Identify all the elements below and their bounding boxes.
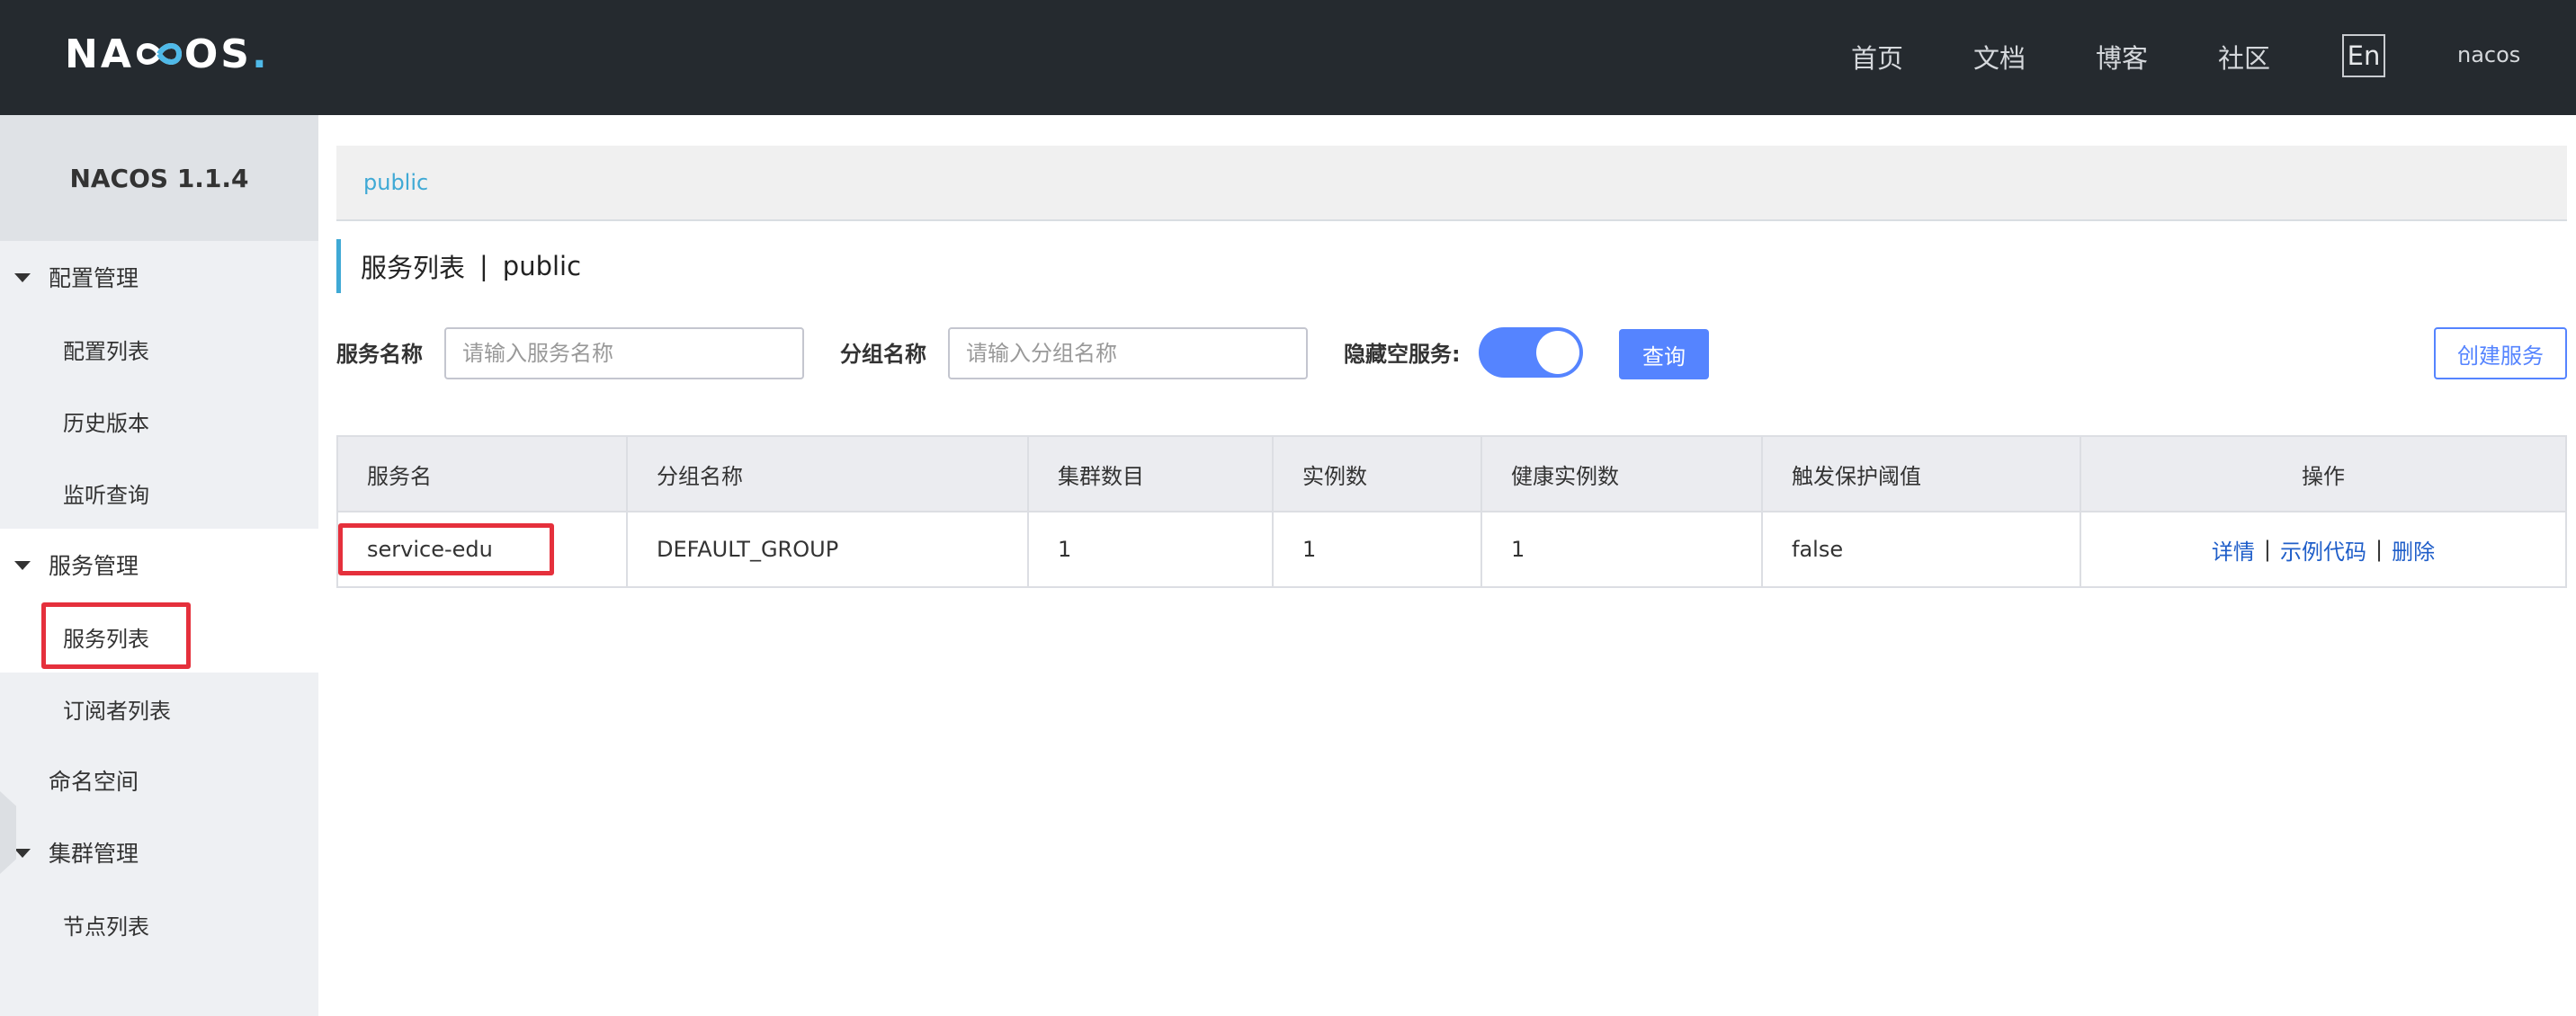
caret-down-icon: [14, 273, 31, 282]
cell-group-name: DEFAULT_GROUP: [628, 512, 1029, 586]
sidebar-item-label: 服务管理: [49, 553, 139, 579]
sidebar-item-node-list[interactable]: 节点列表: [0, 888, 318, 960]
cell-healthy-instance-count: 1: [1482, 512, 1763, 586]
user-name[interactable]: nacos: [2457, 42, 2520, 67]
service-name-label: 服务名称: [336, 342, 423, 367]
header-instance-count: 实例数: [1274, 437, 1482, 511]
nav-home[interactable]: 首页: [1851, 38, 1903, 76]
sidebar-item-label: 监听查询: [63, 482, 149, 508]
cell-instance-count: 1: [1274, 512, 1482, 586]
sidebar-item-label: 命名空间: [49, 769, 139, 795]
group-name-label: 分组名称: [840, 342, 926, 367]
service-table: 服务名 分组名称 集群数目 实例数 健康实例数 触发保护阈值 操作 servic…: [336, 435, 2567, 588]
page-title-separator: |: [479, 251, 488, 281]
group-name-input[interactable]: [948, 327, 1308, 379]
sidebar-item-namespace[interactable]: 命名空间: [0, 744, 318, 816]
logo-text-left: NA: [65, 31, 134, 77]
sidebar-group-config[interactable]: 配置管理: [0, 241, 318, 313]
logo-text-right: OS: [183, 31, 252, 77]
caret-down-icon: [14, 561, 31, 570]
sidebar-item-config-list[interactable]: 配置列表: [0, 313, 318, 385]
page-title: 服务列表 | public: [336, 239, 581, 293]
sidebar-item-label: 历史版本: [63, 410, 149, 436]
header-protect-threshold: 触发保护阈值: [1763, 437, 2081, 511]
action-separator: |: [2263, 537, 2271, 562]
sidebar-title: NACOS 1.1.4: [0, 115, 318, 241]
table-header: 服务名 分组名称 集群数目 实例数 健康实例数 触发保护阈值 操作: [338, 437, 2565, 512]
highlight-box-service-edu: [338, 523, 554, 575]
header-healthy-instance-count: 健康实例数: [1482, 437, 1763, 511]
header-service-name: 服务名: [338, 437, 628, 511]
action-separator: |: [2375, 537, 2384, 562]
hide-empty-services-label: 隐藏空服务:: [1344, 342, 1461, 367]
cell-cluster-count: 1: [1029, 512, 1274, 586]
nav-blog[interactable]: 博客: [2096, 38, 2148, 76]
sidebar-item-label: 配置列表: [63, 338, 149, 364]
nacos-logo[interactable]: NA OS .: [65, 31, 267, 77]
top-bar: NA OS . 首页 文档 博客 社区 En nacos: [0, 0, 2576, 115]
sample-code-link[interactable]: 示例代码: [2280, 534, 2366, 566]
logo-dot: .: [251, 31, 267, 77]
header-cluster-count: 集群数目: [1029, 437, 1274, 511]
query-button[interactable]: 查询: [1619, 329, 1709, 379]
cell-protect-threshold: false: [1763, 512, 2081, 586]
sidebar: NACOS 1.1.4 配置管理 配置列表 历史版本 监听查询 服务管理 服务列…: [0, 115, 318, 1016]
sidebar-group-service[interactable]: 服务管理: [0, 529, 318, 601]
page-title-namespace: public: [502, 251, 582, 281]
caret-down-icon: [14, 849, 31, 858]
logo-infinity-icon: [136, 36, 183, 72]
sidebar-item-label: 配置管理: [49, 265, 139, 291]
highlight-box-service-list: [41, 602, 191, 669]
sidebar-item-label: 订阅者列表: [63, 698, 171, 724]
hide-empty-services-toggle[interactable]: [1479, 327, 1583, 378]
sidebar-item-label: 集群管理: [49, 841, 139, 867]
sidebar-group-cluster[interactable]: 集群管理: [0, 816, 318, 888]
header-operations: 操作: [2302, 463, 2345, 489]
nav-community[interactable]: 社区: [2218, 38, 2270, 76]
detail-link[interactable]: 详情: [2212, 534, 2255, 566]
language-toggle-button[interactable]: En: [2342, 34, 2385, 77]
cell-operations: 详情 | 示例代码 | 删除: [2081, 512, 2565, 586]
sidebar-item-subscriber-list[interactable]: 订阅者列表: [0, 673, 318, 744]
sidebar-item-listener-query[interactable]: 监听查询: [0, 457, 318, 529]
create-service-button[interactable]: 创建服务: [2434, 327, 2567, 379]
delete-link[interactable]: 删除: [2392, 534, 2435, 566]
nav-docs[interactable]: 文档: [1973, 38, 2026, 76]
service-name-input[interactable]: [444, 327, 804, 379]
sidebar-item-history[interactable]: 历史版本: [0, 385, 318, 457]
table-row: service-edu DEFAULT_GROUP 1 1 1 false 详情…: [338, 512, 2565, 586]
toggle-knob: [1536, 331, 1579, 374]
breadcrumb[interactable]: public: [336, 146, 2567, 221]
header-group-name: 分组名称: [628, 437, 1029, 511]
page-title-text: 服务列表: [361, 253, 466, 283]
sidebar-item-label: 节点列表: [63, 914, 149, 940]
